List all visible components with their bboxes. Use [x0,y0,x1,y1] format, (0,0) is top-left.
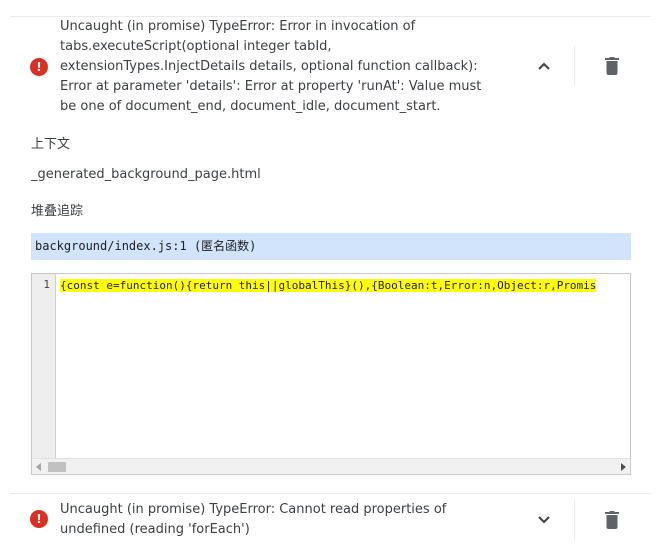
error-message: Uncaught (in promise) TypeError: Error i… [60,19,482,114]
chevron-down-icon [538,516,550,524]
chevron-up-icon [538,62,550,70]
delete-error-button[interactable] [600,508,624,532]
error-icon: ! [30,510,48,528]
context-value: _generated_background_page.html [31,167,261,182]
trash-icon [605,511,619,529]
source-code-viewer[interactable]: 1 {const e=function(){return this||globa… [31,273,631,475]
scroll-left-icon[interactable] [36,463,41,471]
error-entry-1: ! Uncaught (in promise) TypeError: Error… [10,0,651,122]
stack-frame-item[interactable]: background/index.js:1 (匿名函数) [31,233,631,260]
collapse-button[interactable] [530,52,558,80]
line-number-gutter: 1 [32,274,56,458]
scroll-right-icon[interactable] [621,463,626,471]
divider [574,500,575,540]
scroll-thumb[interactable] [48,462,66,472]
delete-error-button[interactable] [600,54,624,78]
highlighted-code: {const e=function(){return this||globalT… [60,279,597,292]
error-message: Uncaught (in promise) TypeError: Cannot … [60,502,447,537]
context-label: 上下文 [31,137,71,152]
code-line: {const e=function(){return this||globalT… [60,277,630,294]
stack-trace-label: 堆叠追踪 [31,204,84,219]
divider [574,46,575,86]
horizontal-scrollbar[interactable] [32,458,630,474]
line-number: 1 [43,278,50,291]
error-icon: ! [30,58,48,76]
expand-button[interactable] [530,506,558,534]
error-entry-2: ! Uncaught (in promise) TypeError: Canno… [10,493,651,559]
trash-icon [605,57,619,75]
